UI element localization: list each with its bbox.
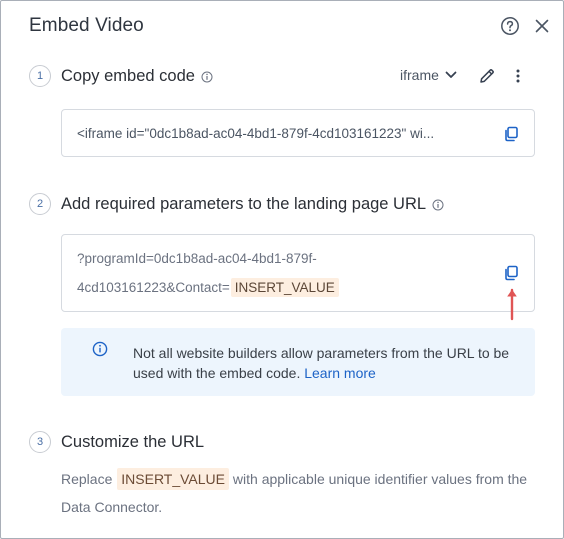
url-parameters-line-2-text: 4cd103161223&Contact= (77, 280, 230, 295)
info-icon[interactable] (432, 199, 444, 211)
embed-code-text[interactable]: <iframe id="0dc1b8ad-ac04-4bd1-879f-4cd1… (77, 126, 434, 141)
step-1-title: Copy embed code (61, 67, 195, 85)
url-parameters-line-1[interactable]: ?programId=0dc1b8ad-ac04-4bd1-879f- (77, 251, 317, 266)
step-2-title: Add required parameters to the landing p… (61, 195, 427, 213)
close-icon (535, 19, 549, 33)
copy-icon (505, 126, 518, 142)
embed-format-label: iframe (400, 67, 439, 83)
help-button[interactable] (499, 15, 521, 37)
info-icon[interactable] (201, 71, 213, 83)
copy-embed-code-button[interactable] (502, 125, 520, 143)
chevron-down-icon (445, 71, 457, 78)
insert-value-token: INSERT_VALUE (230, 278, 339, 297)
info-icon (92, 341, 108, 357)
step-2-number: 2 (29, 193, 51, 215)
step-3-number: 3 (29, 431, 51, 453)
learn-more-link[interactable]: Learn more (304, 365, 376, 381)
step-1-number: 1 (29, 65, 51, 87)
step-3-title: Customize the URL (61, 433, 205, 451)
url-parameters-line-2[interactable]: 4cd103161223&Contact= INSERT_VALUE (77, 278, 339, 297)
embed-format-dropdown[interactable]: iframe (400, 67, 457, 83)
embed-code-field[interactable]: <iframe id="0dc1b8ad-ac04-4bd1-879f-4cd1… (61, 109, 535, 157)
insert-value-token: INSERT_VALUE (117, 468, 230, 490)
embed-video-dialog: Embed Video 1 Copy embed code iframe <if… (0, 0, 564, 539)
step-2-title-row: Add required parameters to the landing p… (61, 195, 444, 214)
help-icon (501, 17, 519, 35)
dialog-title: Embed Video (29, 15, 144, 36)
pencil-icon (480, 69, 494, 83)
step-1-title-row: Copy embed code (61, 67, 213, 86)
step-3-desc-prefix: Replace (61, 471, 113, 487)
more-options-button[interactable] (510, 66, 526, 86)
more-vertical-icon (516, 69, 520, 83)
copy-url-parameters-button[interactable] (502, 264, 520, 282)
notice-message: Not all website builders allow parameter… (133, 343, 513, 383)
copy-icon (505, 265, 518, 281)
arrow-up-icon (507, 288, 517, 321)
step-3-description: Replace INSERT_VALUE with applicable uni… (61, 465, 531, 521)
url-parameters-field[interactable]: ?programId=0dc1b8ad-ac04-4bd1-879f- 4cd1… (61, 234, 535, 312)
close-button[interactable] (531, 15, 553, 37)
edit-button[interactable] (477, 66, 497, 86)
info-notice: Not all website builders allow parameter… (61, 328, 535, 396)
